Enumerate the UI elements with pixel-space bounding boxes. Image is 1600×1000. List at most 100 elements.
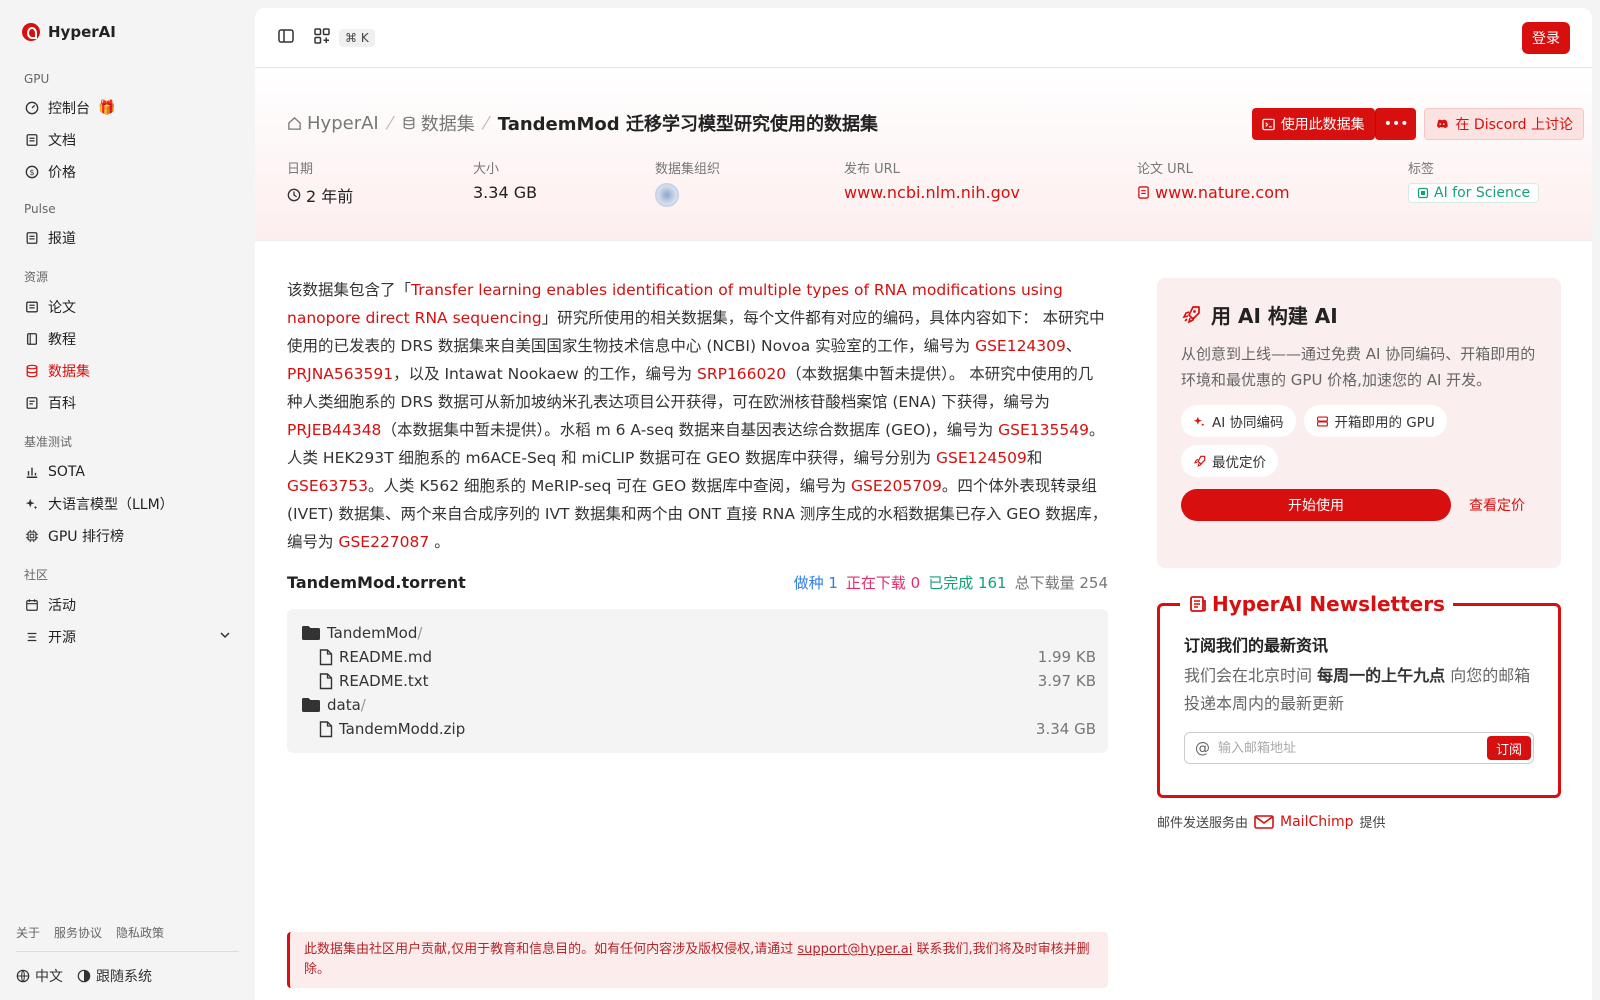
mail-icon [1254, 814, 1274, 829]
sidebar-item-label: GPU 排行榜 [48, 529, 124, 545]
sparkle-icon [1193, 415, 1206, 428]
sidebar-item-console[interactable]: 控制台 🎁 [16, 92, 239, 124]
gauge-icon [24, 100, 40, 116]
newsletter-card: HyperAI Newsletters 订阅我们的最新资讯 我们会在北京时间 每… [1157, 592, 1561, 798]
file-name: README.txt [339, 672, 429, 690]
seeding-count: 做种 1 [793, 574, 838, 592]
feature-chip-gpu[interactable]: 开箱即用的 GPU [1303, 405, 1447, 437]
meta-org: 数据集组织 [655, 158, 720, 207]
sidebar-item-opensource[interactable]: 开源 [16, 621, 239, 653]
footer-link-about[interactable]: 关于 [16, 924, 40, 941]
file-tree-file[interactable]: README.md 1.99 KB [301, 645, 1096, 669]
sidebar-item-gpu-leaderboard[interactable]: GPU 排行榜 [16, 520, 239, 552]
subscribe-button[interactable]: 订阅 [1486, 736, 1531, 760]
organization-avatar[interactable] [655, 183, 679, 207]
discord-icon [1437, 119, 1449, 129]
newsletter-legend: HyperAI Newsletters [1180, 592, 1453, 616]
sidebar-item-datasets[interactable]: 数据集 [16, 355, 239, 387]
accession-link[interactable]: PRJEB44348 [287, 421, 381, 439]
sidebar-item-pricing[interactable]: $ 价格 [16, 156, 239, 188]
theme-switch[interactable]: 跟随系统 [77, 966, 152, 986]
meta-publish-label: 发布 URL [844, 162, 900, 177]
feature-chips: AI 协同编码 开箱即用的 GPU 最优定价 [1181, 405, 1481, 477]
date-text: 2 年前 [306, 187, 354, 206]
newspaper-icon [1190, 596, 1206, 612]
database-icon [403, 116, 415, 130]
sidebar-toggle-icon[interactable] [277, 27, 295, 49]
sidebar-settings: 中文 跟随系统 [16, 952, 239, 1000]
chip-label: AI 协同编码 [1212, 415, 1284, 431]
view-pricing-link[interactable]: 查看定价 [1469, 495, 1525, 515]
sidebar: HyperAI GPU 控制台 🎁 文档 $ 价格 Pulse 报道 资源 论文… [0, 0, 255, 1000]
command-menu-icon[interactable] [313, 27, 331, 49]
sidebar-item-docs[interactable]: 文档 [16, 124, 239, 156]
tag-ai-for-science[interactable]: AI for Science [1408, 183, 1540, 203]
discord-button[interactable]: 在 Discord 上讨论 [1424, 108, 1584, 140]
meta-tags-label: 标签 [1408, 162, 1435, 177]
feature-chip-ai-coding[interactable]: AI 协同编码 [1181, 405, 1296, 437]
get-started-button[interactable]: 开始使用 [1181, 489, 1451, 521]
accession-link[interactable]: GSE135549 [998, 421, 1089, 439]
chevron-down-icon[interactable] [219, 629, 231, 645]
sidebar-item-sota[interactable]: SOTA [16, 456, 239, 488]
accession-link[interactable]: GSE205709 [851, 477, 942, 495]
chip-label: 开箱即用的 GPU [1334, 415, 1435, 431]
ai-promo-actions: 开始使用 查看定价 [1181, 489, 1537, 521]
sidebar-item-llm[interactable]: 大语言模型（LLM） [16, 488, 239, 520]
sidebar-item-label: 开源 [48, 630, 76, 646]
file-tree-folder[interactable]: data / [301, 693, 1096, 717]
support-email-link[interactable]: support@hyper.ai [797, 942, 912, 957]
breadcrumb-home[interactable]: HyperAI [287, 113, 379, 134]
sidebar-item-label: 大语言模型（LLM） [48, 497, 174, 513]
publish-url-link[interactable]: www.ncbi.nlm.nih.gov [844, 183, 1020, 202]
email-input[interactable] [1218, 740, 1479, 756]
breadcrumb-datasets-label: 数据集 [420, 114, 475, 135]
total-downloads: 总下载量 254 [1014, 574, 1108, 592]
sparkle-icon [24, 496, 40, 512]
gift-icon: 🎁 [98, 100, 116, 116]
sidebar-item-label: 教程 [48, 332, 76, 348]
breadcrumb-separator: ⁄ [388, 112, 392, 134]
file-icon [319, 648, 333, 665]
sidebar-item-wiki[interactable]: 百科 [16, 387, 239, 419]
desc-text: 和 [1026, 449, 1043, 467]
accession-link[interactable]: GSE124309 [975, 337, 1066, 355]
accession-link[interactable]: GSE227087 [338, 533, 429, 551]
newsletter-title: 订阅我们的最新资讯 [1184, 636, 1329, 655]
sidebar-item-news[interactable]: 报道 [16, 222, 239, 254]
sidebar-item-tutorials[interactable]: 教程 [16, 323, 239, 355]
sidebar-item-papers[interactable]: 论文 [16, 291, 239, 323]
accession-link[interactable]: GSE124509 [936, 449, 1027, 467]
dataset-actions: 使用此数据集 ••• 在 Discord 上讨论 [1251, 108, 1584, 140]
language-switch[interactable]: 中文 [16, 966, 63, 986]
file-name: README.md [339, 648, 433, 666]
accession-link[interactable]: PRJNA563591 [287, 365, 393, 383]
torrent-title[interactable]: TandemMod.torrent [287, 573, 466, 592]
paper-url-link[interactable]: www.nature.com [1137, 183, 1290, 202]
desc-text: ，以及 Intawat Nookaew 的工作，编号为 [393, 365, 697, 383]
sidebar-item-label: 数据集 [48, 364, 90, 380]
mailchimp-link[interactable]: MailChimp [1254, 814, 1354, 830]
breadcrumb-datasets[interactable]: 数据集 [402, 110, 475, 136]
notice-text: 此数据集由社区用户贡献,仅用于教育和信息目的。如有任何内容涉及版权侵权,请通过 [304, 942, 798, 957]
file-tree-file[interactable]: TandemModd.zip 3.34 GB [301, 717, 1096, 741]
group-title-resources: 资源 [24, 270, 49, 284]
sidebar-item-events[interactable]: 活动 [16, 589, 239, 621]
footer-link-terms[interactable]: 服务协议 [54, 924, 102, 941]
login-button[interactable]: 登录 [1522, 21, 1570, 54]
copyright-notice: 此数据集由社区用户贡献,仅用于教育和信息目的。如有任何内容涉及版权侵权,请通过 … [287, 932, 1108, 988]
use-dataset-button[interactable]: 使用此数据集 [1251, 108, 1375, 140]
accession-link[interactable]: SRP166020 [697, 365, 786, 383]
file-tree-folder[interactable]: TandemMod / [301, 621, 1096, 645]
file-tree-file[interactable]: README.txt 3.97 KB [301, 669, 1096, 693]
breadcrumb-separator: ⁄ [484, 112, 488, 134]
home-icon [288, 116, 301, 130]
price-icon: $ [24, 164, 40, 180]
feature-chip-pricing[interactable]: 最优定价 [1181, 445, 1278, 477]
brand[interactable]: HyperAI [16, 0, 239, 64]
dataset-description: 该数据集包含了「Transfer learning enables identi… [287, 276, 1108, 556]
footer-link-privacy[interactable]: 隐私政策 [116, 924, 164, 941]
accession-link[interactable]: GSE63753 [287, 477, 368, 495]
folder-name: data [327, 696, 361, 714]
more-actions-button[interactable]: ••• [1374, 108, 1417, 140]
